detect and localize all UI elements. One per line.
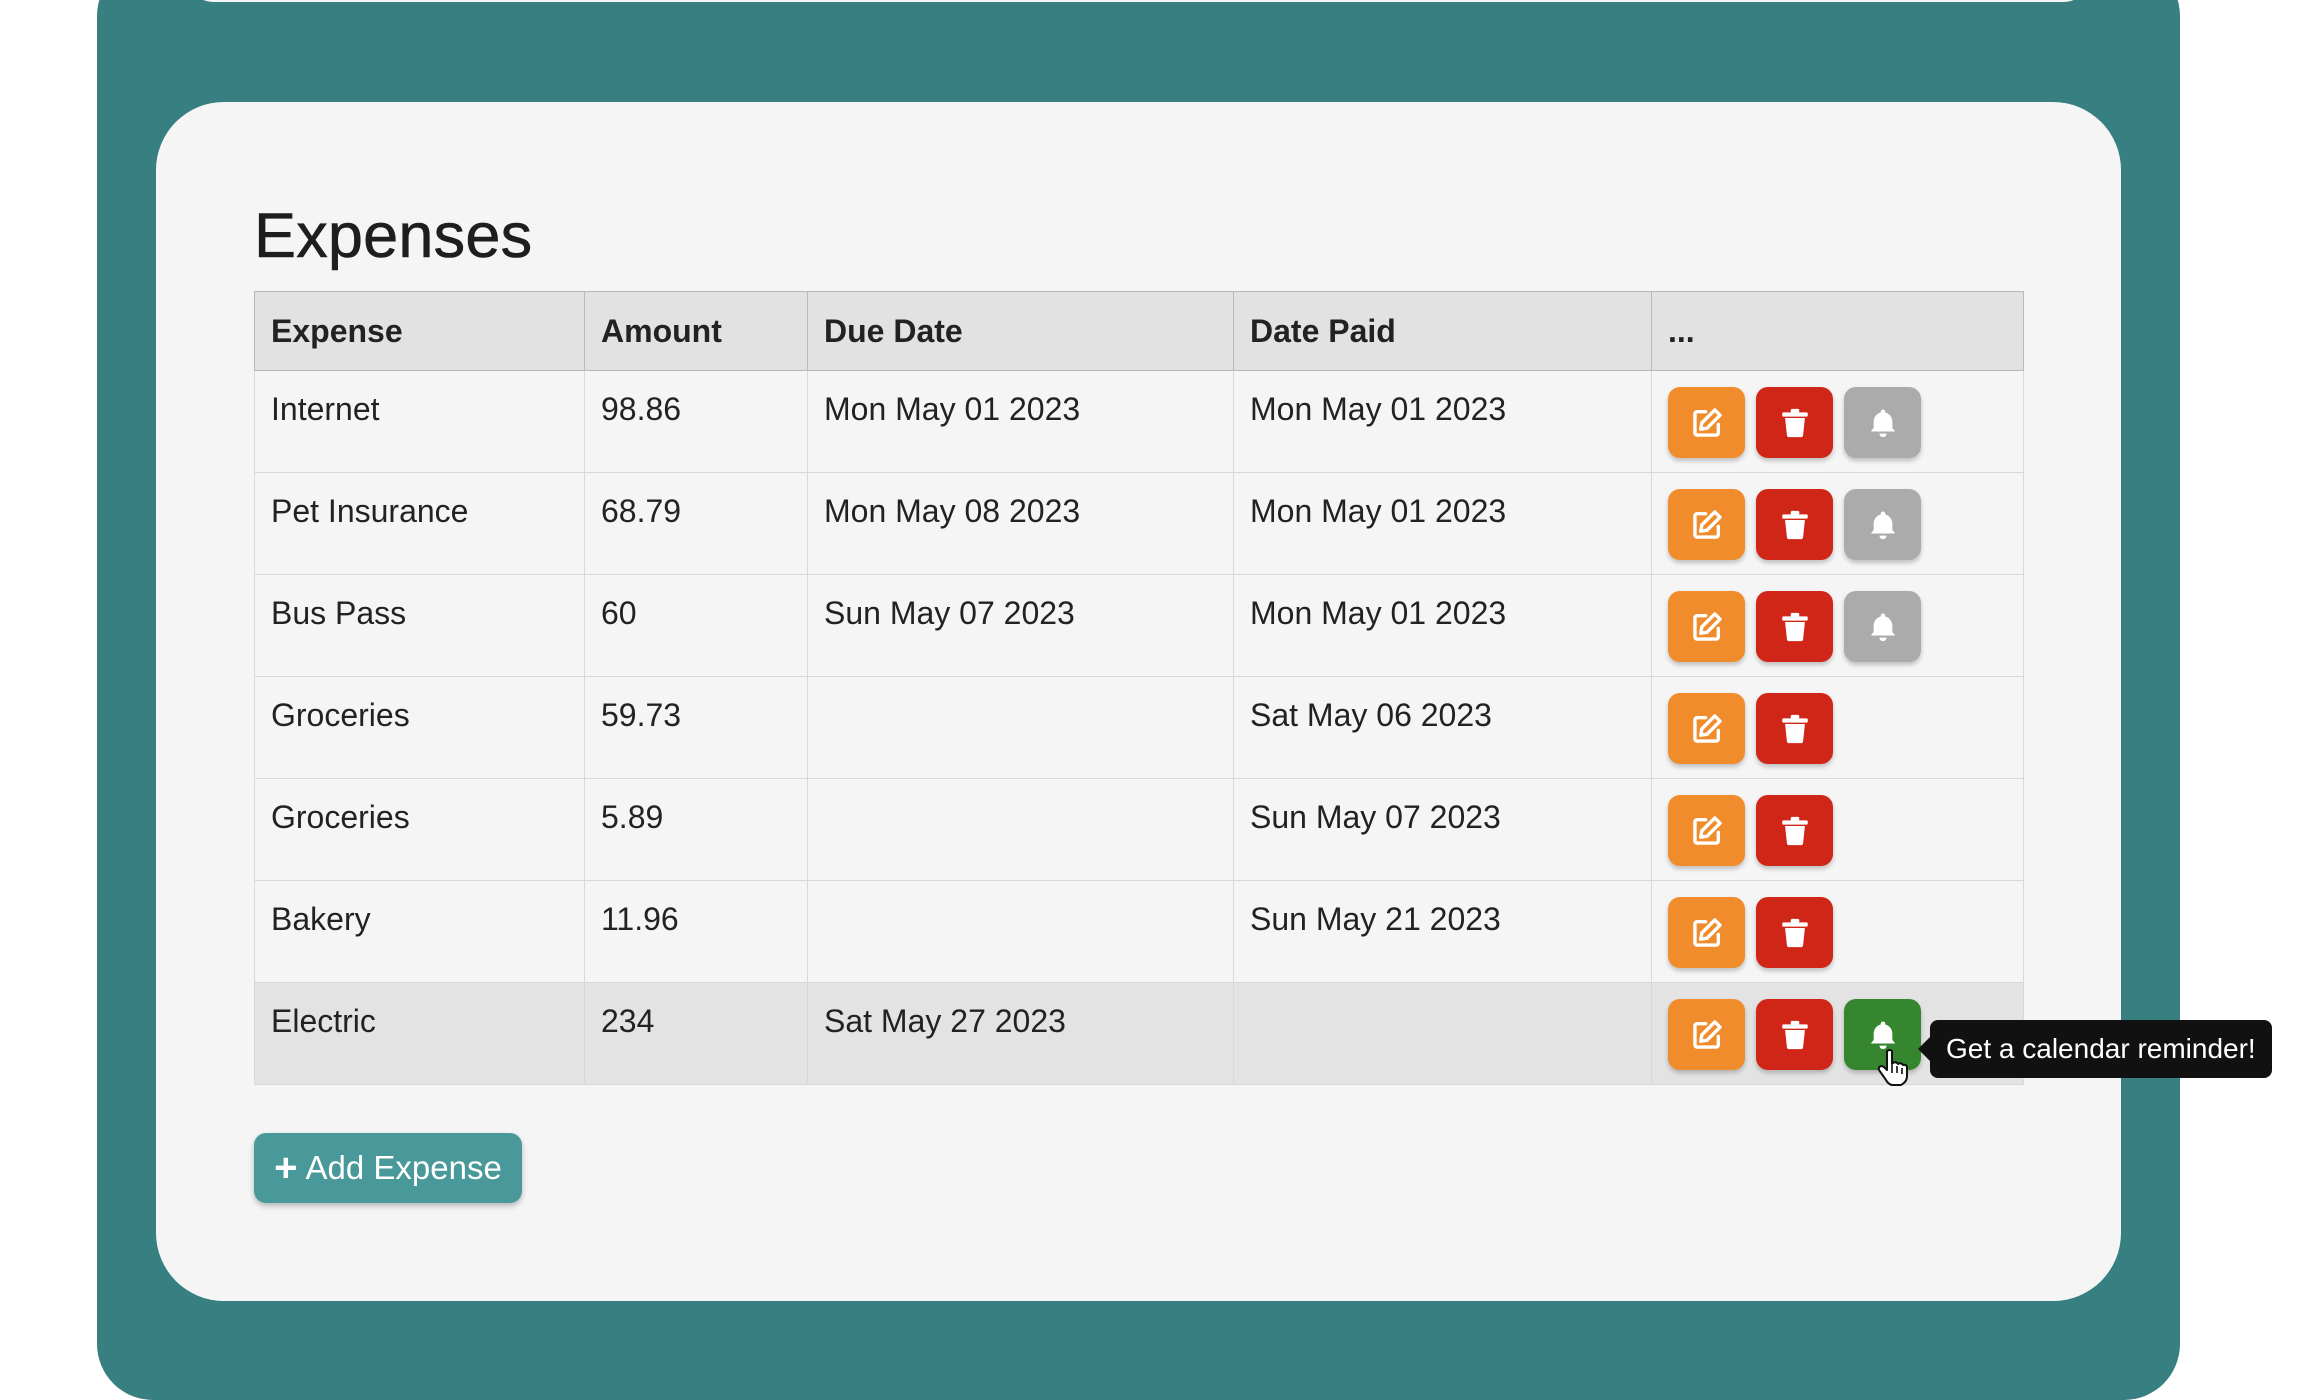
expense-cell: Groceries bbox=[254, 676, 585, 779]
table-row: Internet 98.86 Mon May 01 2023 Mon May 01 2… bbox=[254, 370, 2024, 473]
date-paid-cell: Sun May 07 2023 bbox=[1233, 778, 1652, 881]
amount-cell: 68.79 bbox=[584, 472, 808, 575]
actions-cell bbox=[1651, 472, 2024, 575]
due-date-cell bbox=[807, 880, 1234, 983]
expense-cell: Electric bbox=[254, 982, 585, 1085]
date-paid-cell: Sun May 21 2023 bbox=[1233, 880, 1652, 983]
page-title: Expenses bbox=[254, 201, 533, 272]
table-row: Bus Pass 60 Sun May 07 2023 Mon May 01 2023 bbox=[254, 574, 2024, 677]
date-paid-cell: Mon May 01 2023 bbox=[1233, 472, 1652, 575]
edit-button[interactable] bbox=[1668, 999, 1745, 1070]
expense-cell: Bus Pass bbox=[254, 574, 585, 677]
date-paid-cell bbox=[1233, 982, 1652, 1085]
edit-icon bbox=[1690, 712, 1724, 746]
amount-cell: 98.86 bbox=[584, 370, 808, 473]
expense-cell: Groceries bbox=[254, 778, 585, 881]
due-date-cell: Sat May 27 2023 bbox=[807, 982, 1234, 1085]
table-header-row: Expense Amount Due Date Date Paid ... bbox=[254, 291, 2024, 371]
edit-icon bbox=[1690, 610, 1724, 644]
expense-cell: Pet Insurance bbox=[254, 472, 585, 575]
edit-icon bbox=[1690, 814, 1724, 848]
actions-cell bbox=[1651, 574, 2024, 677]
trash-icon bbox=[1778, 508, 1812, 542]
table-row: Electric 234 Sat May 27 2023 bbox=[254, 982, 2024, 1085]
bell-icon bbox=[1866, 1018, 1900, 1052]
amount-cell: 5.89 bbox=[584, 778, 808, 881]
expense-cell: Bakery bbox=[254, 880, 585, 983]
edit-button[interactable] bbox=[1668, 693, 1745, 764]
edit-button[interactable] bbox=[1668, 897, 1745, 968]
date-paid-cell: Mon May 01 2023 bbox=[1233, 370, 1652, 473]
delete-button[interactable] bbox=[1756, 387, 1833, 458]
actions-cell bbox=[1651, 676, 2024, 779]
reminder-button[interactable] bbox=[1844, 591, 1921, 662]
amount-cell: 60 bbox=[584, 574, 808, 677]
reminder-tooltip: Get a calendar reminder! bbox=[1918, 1020, 2272, 1078]
bell-icon bbox=[1866, 406, 1900, 440]
header-amount: Amount bbox=[584, 291, 808, 371]
hand-cursor-icon bbox=[1877, 1049, 1908, 1086]
edit-icon bbox=[1690, 406, 1724, 440]
delete-button[interactable] bbox=[1756, 489, 1833, 560]
edit-button[interactable] bbox=[1668, 489, 1745, 560]
due-date-cell: Mon May 08 2023 bbox=[807, 472, 1234, 575]
amount-cell: 234 bbox=[584, 982, 808, 1085]
delete-button[interactable] bbox=[1756, 897, 1833, 968]
reminder-button[interactable] bbox=[1844, 387, 1921, 458]
actions-cell bbox=[1651, 880, 2024, 983]
edit-icon bbox=[1690, 1018, 1724, 1052]
delete-button[interactable] bbox=[1756, 795, 1833, 866]
due-date-cell: Sun May 07 2023 bbox=[807, 574, 1234, 677]
amount-cell: 59.73 bbox=[584, 676, 808, 779]
delete-button[interactable] bbox=[1756, 999, 1833, 1070]
bell-icon bbox=[1866, 508, 1900, 542]
due-date-cell bbox=[807, 676, 1234, 779]
amount-cell: 11.96 bbox=[584, 880, 808, 983]
trash-icon bbox=[1778, 916, 1812, 950]
trash-icon bbox=[1778, 406, 1812, 440]
plus-icon: + bbox=[274, 1146, 298, 1190]
edit-button[interactable] bbox=[1668, 591, 1745, 662]
table-row: Groceries 5.89 Sun May 07 2023 bbox=[254, 778, 2024, 881]
delete-button[interactable] bbox=[1756, 693, 1833, 764]
edit-button[interactable] bbox=[1668, 387, 1745, 458]
bell-icon bbox=[1866, 610, 1900, 644]
actions-cell bbox=[1651, 778, 2024, 881]
header-date-paid: Date Paid bbox=[1233, 291, 1652, 371]
trash-icon bbox=[1778, 1018, 1812, 1052]
add-expense-button[interactable]: + Add Expense bbox=[254, 1133, 522, 1203]
edit-icon bbox=[1690, 508, 1724, 542]
due-date-cell: Mon May 01 2023 bbox=[807, 370, 1234, 473]
expenses-table: Expense Amount Due Date Date Paid ... In… bbox=[254, 291, 2024, 1085]
header-expense: Expense bbox=[254, 291, 585, 371]
table-row: Groceries 59.73 Sat May 06 2023 bbox=[254, 676, 2024, 779]
trash-icon bbox=[1778, 814, 1812, 848]
date-paid-cell: Mon May 01 2023 bbox=[1233, 574, 1652, 677]
actions-cell bbox=[1651, 370, 2024, 473]
delete-button[interactable] bbox=[1756, 591, 1833, 662]
edit-icon bbox=[1690, 916, 1724, 950]
trash-icon bbox=[1778, 610, 1812, 644]
add-expense-label: Add Expense bbox=[305, 1149, 502, 1186]
expense-cell: Internet bbox=[254, 370, 585, 473]
reminder-button[interactable] bbox=[1844, 489, 1921, 560]
due-date-cell bbox=[807, 778, 1234, 881]
header-actions: ... bbox=[1651, 291, 2024, 371]
edit-button[interactable] bbox=[1668, 795, 1745, 866]
previous-card bbox=[184, 0, 2093, 2]
trash-icon bbox=[1778, 712, 1812, 746]
header-due-date: Due Date bbox=[807, 291, 1234, 371]
table-row: Pet Insurance 68.79 Mon May 08 2023 Mon May… bbox=[254, 472, 2024, 575]
table-row: Bakery 11.96 Sun May 21 2023 bbox=[254, 880, 2024, 983]
date-paid-cell: Sat May 06 2023 bbox=[1233, 676, 1652, 779]
